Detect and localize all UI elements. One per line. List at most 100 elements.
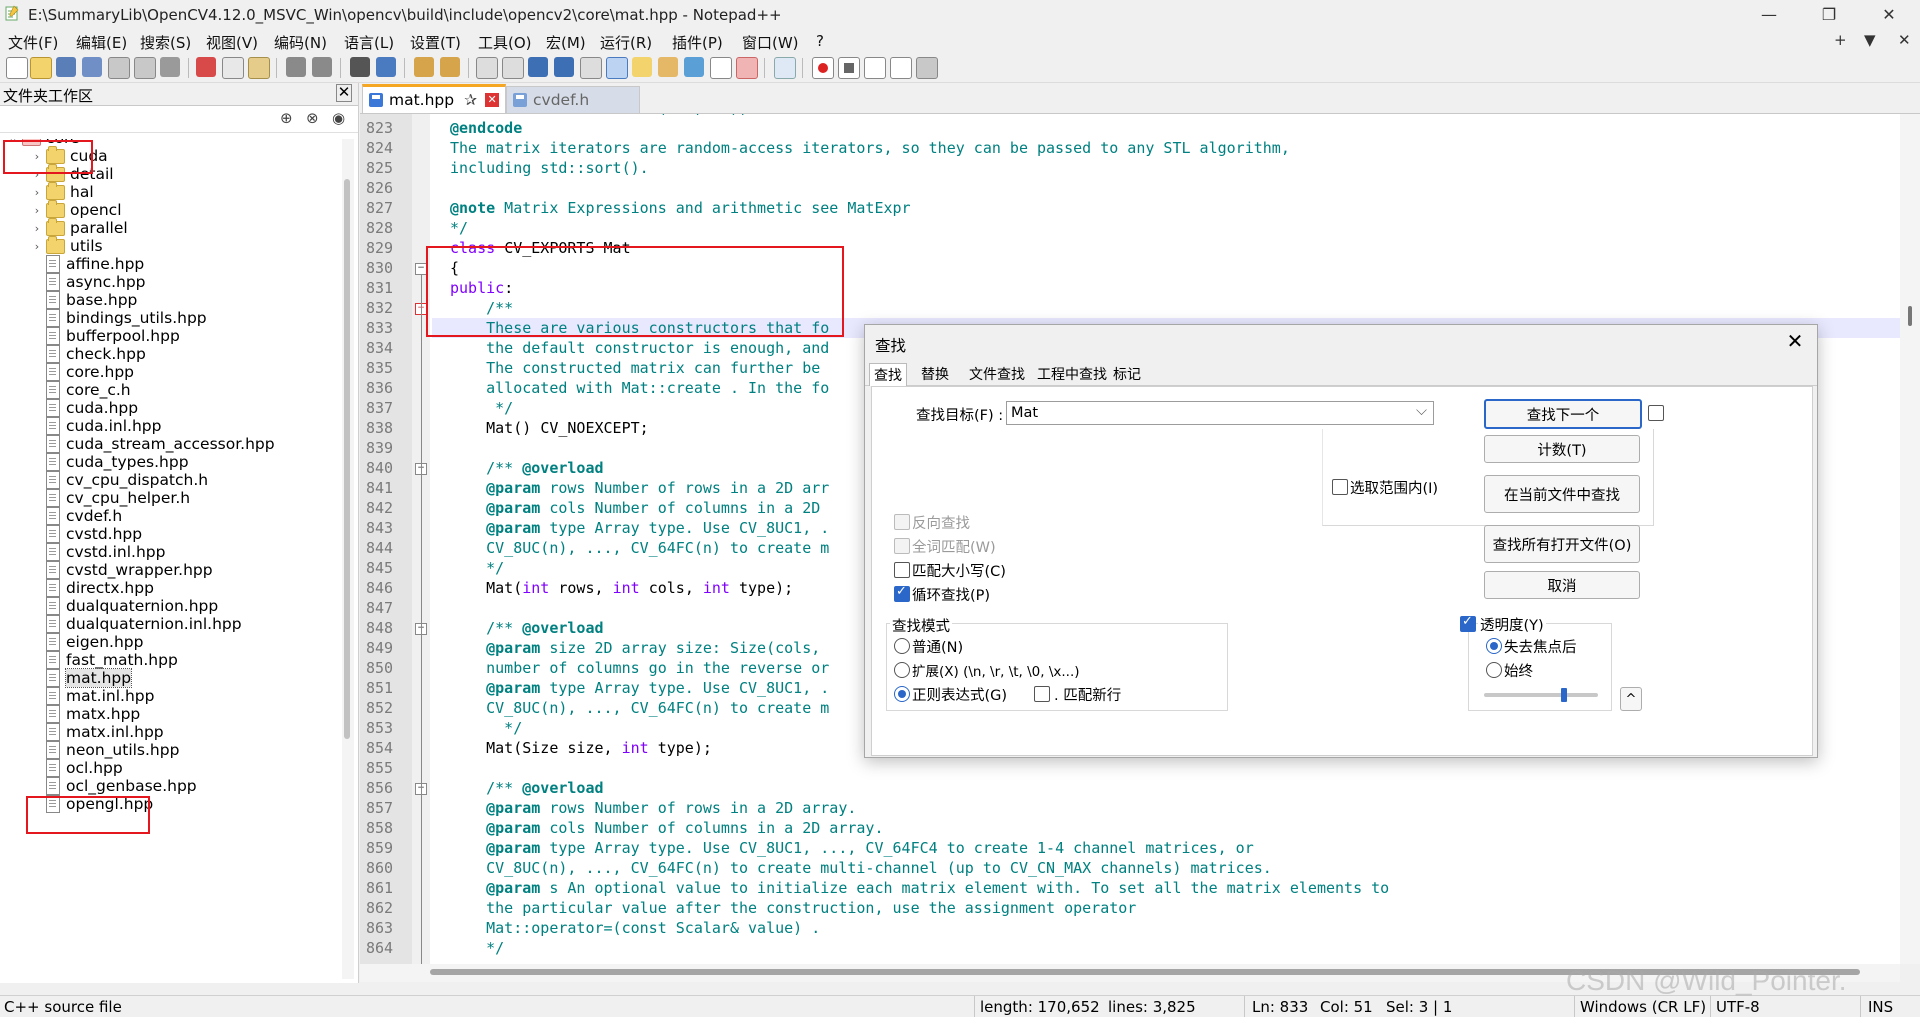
tab-find-in-projects[interactable]: 工程中查找 [1033,363,1111,385]
chevron-right-icon[interactable]: › [30,240,44,253]
open-file-icon[interactable] [30,57,52,79]
play-macro-icon[interactable] [864,57,886,79]
expand-all-icon[interactable]: ⊕ [280,109,293,127]
chevron-right-icon[interactable]: › [30,186,44,199]
panel-scrollbar[interactable] [342,139,354,979]
find-icon[interactable] [350,57,370,77]
indent-guide-icon[interactable] [580,57,602,79]
menu-edit[interactable]: 编辑(E) [76,32,127,53]
folder-as-workspace-icon[interactable] [710,57,732,79]
save-macro-icon[interactable] [916,57,938,79]
tab-find-in-files[interactable]: 文件查找 [965,363,1029,385]
sync-horizontal-icon[interactable] [502,57,524,79]
mode-normal-radio[interactable] [894,638,910,654]
record-macro-icon[interactable] [812,57,834,79]
mode-regex-radio[interactable] [894,686,910,702]
stop-macro-icon[interactable] [838,57,860,79]
menu-encoding[interactable]: 编码(N) [274,32,327,53]
redo-icon[interactable] [312,57,332,77]
find-what-combobox[interactable]: Mat ⌵ [1006,401,1434,425]
save-icon[interactable] [56,57,76,77]
menu-window[interactable]: 窗口(W) [742,32,799,53]
cut-icon[interactable] [196,57,216,77]
menu-search[interactable]: 搜索(S) [140,32,191,53]
monitoring-icon[interactable] [774,57,796,79]
panel-close-button[interactable]: ✕ [336,84,352,102]
in-selection-checkbox[interactable] [1332,479,1348,495]
play-macro-multiple-icon[interactable] [890,57,912,79]
collapse-dialog-button[interactable]: ^ [1620,687,1642,711]
chevron-down-icon[interactable]: ⌵ [1416,403,1427,419]
paste-icon[interactable] [248,57,270,79]
find-all-open-button[interactable]: 查找所有打开文件(O) [1484,525,1640,563]
transparency-slider-track[interactable] [1484,693,1598,697]
close-window-button[interactable]: ✕ [1866,0,1912,28]
doc-map-icon[interactable] [606,57,628,79]
tab-cvdef-h[interactable]: cvdef.h [506,86,640,113]
tab-find[interactable]: 查找 [869,363,907,386]
copy-icon[interactable] [222,57,244,79]
find-in-current-button[interactable]: 在当前文件中查找 [1484,475,1640,513]
dot-matches-newline-checkbox[interactable] [1034,686,1050,702]
show-all-chars-icon[interactable] [554,57,574,77]
zoom-out-icon[interactable] [440,57,460,77]
pin-icon[interactable]: ✰ [464,91,477,109]
transparency-slider-thumb[interactable] [1560,688,1567,702]
dialog-close-button[interactable]: ✕ [1783,329,1807,353]
match-case-checkbox[interactable] [894,562,910,578]
scrollbar-thumb[interactable] [1908,306,1912,326]
chevron-right-icon[interactable]: › [30,222,44,235]
menu-settings[interactable]: 设置(T) [410,32,461,53]
restore-button[interactable]: ❐ [1806,0,1852,28]
menu-tools[interactable]: 工具(O) [478,32,532,53]
print-icon[interactable] [160,57,180,77]
menu-macro[interactable]: 宏(M) [546,32,586,53]
whole-word-label: 全词匹配(W) [912,540,996,556]
menu-run[interactable]: 运行(R) [600,32,652,53]
cancel-button[interactable]: 取消 [1484,571,1640,599]
editor-vertical-scrollbar[interactable] [1900,114,1920,964]
close-icon[interactable] [108,57,130,79]
chevron-right-icon[interactable]: › [30,204,44,217]
tab-mark[interactable]: 标记 [1109,363,1145,385]
find-next-direction-checkbox[interactable] [1648,405,1664,421]
find-next-button[interactable]: 查找下一个 [1484,399,1642,429]
wrap-around-checkbox[interactable] [894,584,910,602]
code-line: the particular value after the construct… [450,899,1137,917]
folder-workspace-icon[interactable] [632,57,652,77]
close-all-icon[interactable] [134,57,156,79]
sync-vertical-icon[interactable] [476,57,498,79]
line-number: 849 [366,639,394,657]
tab-replace[interactable]: 替换 [917,363,953,385]
transparency-always-radio[interactable] [1486,662,1502,678]
new-file-icon[interactable] [6,57,28,79]
doc-list-icon[interactable] [684,57,704,77]
collapse-all-icon[interactable]: ⊗ [306,109,319,127]
undo-icon[interactable] [286,57,306,77]
tab-close-icon[interactable]: ✕ [485,93,500,107]
reverse-search-checkbox[interactable] [894,514,910,530]
save-all-icon[interactable] [82,57,102,77]
tab-mat-hpp[interactable]: mat.hpp ✰ ✕ [362,84,507,113]
tab-list-dropdown-button[interactable]: ▼ [1864,31,1876,49]
mode-extended-radio[interactable] [894,662,910,678]
menu-plugins[interactable]: 插件(P) [672,32,723,53]
workspace-active-icon[interactable] [736,57,758,79]
close-doc-button[interactable]: ✕ [1898,31,1911,49]
menu-language[interactable]: 语言(L) [344,32,394,53]
whole-word-checkbox[interactable] [894,538,910,554]
locate-file-icon[interactable]: ◉ [332,109,345,127]
transparency-on-lose-focus-radio[interactable] [1486,638,1502,654]
transparency-checkbox[interactable] [1460,614,1476,632]
new-tab-plus-button[interactable]: + [1834,31,1847,49]
menu-view[interactable]: 视图(V) [206,32,258,53]
menu-file[interactable]: 文件(F) [8,32,58,53]
minimize-button[interactable]: — [1746,0,1792,28]
count-button[interactable]: 计数(T) [1484,435,1640,463]
scrollbar-thumb[interactable] [344,179,350,739]
replace-icon[interactable] [376,57,396,77]
word-wrap-icon[interactable] [528,57,548,77]
zoom-in-icon[interactable] [414,57,434,77]
function-list-icon[interactable] [658,57,678,77]
menu-help[interactable]: ? [816,32,824,50]
